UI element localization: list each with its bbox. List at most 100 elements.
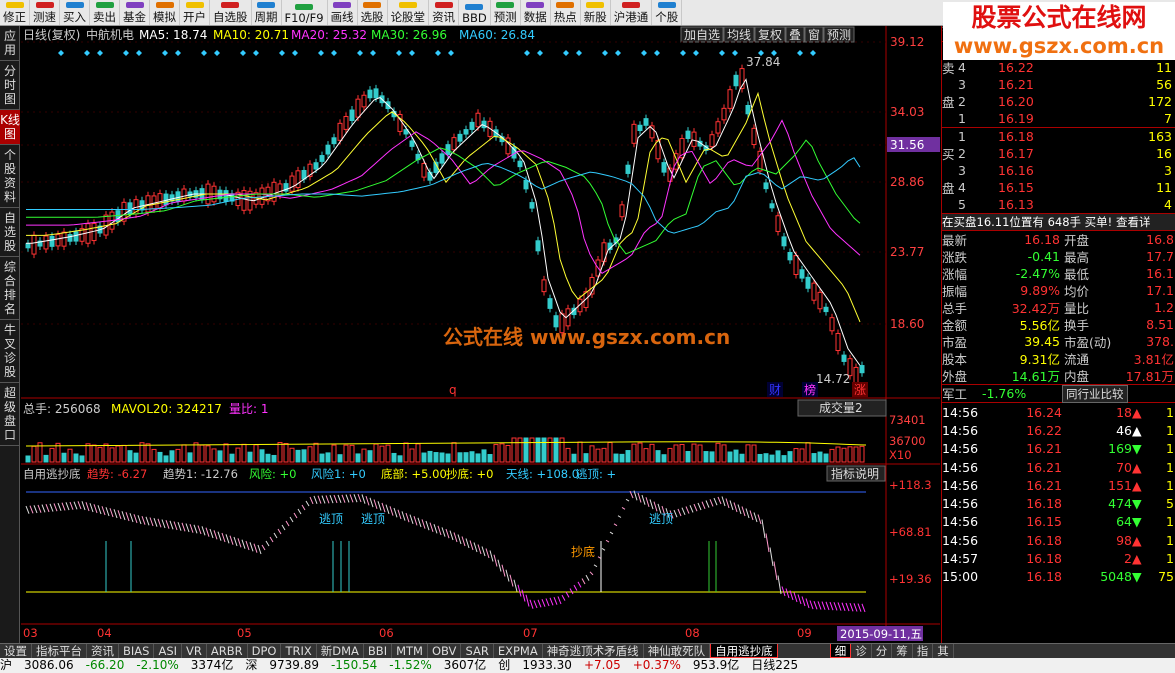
- level: 3: [958, 163, 966, 178]
- stat-label: 内盘: [1064, 369, 1090, 384]
- stat-row-4: 总手 32.42万 量比 1.2: [942, 299, 1175, 316]
- candle-body: [55, 234, 61, 247]
- left-tab-2[interactable]: K线图: [0, 110, 20, 145]
- tab-13[interactable]: SAR: [461, 644, 494, 658]
- status-item: +7.05: [583, 658, 621, 672]
- toolbar-button-7[interactable]: 自选股: [210, 0, 252, 25]
- tab-6[interactable]: ARBR: [207, 644, 248, 658]
- toolbar-button-8[interactable]: 周期: [252, 0, 282, 25]
- tab-3[interactable]: BIAS: [119, 644, 155, 658]
- status-item: +0.37%: [632, 658, 681, 672]
- toolbar-icon: [657, 2, 676, 8]
- tab-spacer: [778, 644, 830, 658]
- tab-2[interactable]: 资讯: [87, 644, 119, 658]
- tab-7[interactable]: DPO: [248, 644, 282, 658]
- tab-0[interactable]: 设置: [0, 644, 32, 658]
- toolbar-button-5[interactable]: 模拟: [150, 0, 180, 25]
- toolbar-button-6[interactable]: 开户: [180, 0, 210, 25]
- toolbar-button-11[interactable]: 选股: [358, 0, 388, 25]
- tab-8[interactable]: TRIX: [281, 644, 317, 658]
- industry-compare-button[interactable]: 同行业比较: [1062, 384, 1128, 403]
- candle-body: [823, 306, 829, 313]
- tab-10[interactable]: BBI: [364, 644, 393, 658]
- toolbar-icon: [185, 2, 204, 8]
- buy-price: 16.15: [998, 180, 1034, 195]
- toolbar-button-20[interactable]: 个股: [652, 0, 683, 25]
- kline-chart-area[interactable]: 日线(复权) 中航机电 MA5: 18.74 MA10: 20.71 MA20: 25.…: [21, 26, 940, 643]
- toolbar-label: 模拟: [153, 10, 176, 24]
- toolbar-button-18[interactable]: 新股: [581, 0, 611, 25]
- date-badge-label: 2015-09-11,五: [840, 627, 922, 641]
- stat-value: 8.51: [1146, 317, 1174, 332]
- status-item: -2.10%: [136, 658, 179, 672]
- right-tab-3[interactable]: 筹: [892, 644, 913, 658]
- right-tab-1[interactable]: 诊: [851, 644, 872, 658]
- toolbar-button-13[interactable]: 资讯: [429, 0, 460, 25]
- tab-15[interactable]: 神奇逃顶术矛盾线: [543, 644, 644, 658]
- left-tab-1[interactable]: 分时图: [0, 61, 20, 110]
- volume-bar: [817, 451, 823, 463]
- toolbar-button-1[interactable]: 测速: [30, 0, 60, 25]
- right-tab-5[interactable]: 其: [933, 644, 954, 658]
- toolbar-button-9[interactable]: F10/F9: [282, 0, 328, 25]
- toolbar-label: 卖出: [93, 10, 116, 24]
- volume-bar: [211, 448, 217, 463]
- volume-bar: [349, 444, 355, 463]
- level: 5: [958, 197, 966, 212]
- volume-bar: [319, 453, 325, 463]
- right-tab-4[interactable]: 指: [913, 644, 934, 658]
- buy-volume: 3: [1164, 163, 1172, 178]
- stat-value: -2.47%: [1015, 266, 1060, 281]
- buy-level-1: 买 2 16.17 16: [942, 145, 1175, 162]
- toolbar-button-3[interactable]: 卖出: [90, 0, 120, 25]
- buy-price: 16.18: [998, 129, 1034, 144]
- tab-5[interactable]: VR: [182, 644, 207, 658]
- left-tab-6[interactable]: 牛叉诊股: [0, 320, 20, 383]
- volume-bar: [217, 450, 223, 463]
- sell-level-3: 盘 2 16.20 172: [942, 93, 1175, 110]
- price-axis-label: 18.60: [890, 317, 924, 331]
- toolbar-button-17[interactable]: 热点: [551, 0, 581, 25]
- right-tab-0[interactable]: 细: [829, 644, 852, 658]
- left-tab-7[interactable]: 超级盘口: [0, 383, 20, 446]
- tab-9[interactable]: 新DMA: [317, 644, 364, 658]
- left-tab-0[interactable]: 应用: [0, 26, 20, 61]
- candle-body: [787, 251, 793, 261]
- tick-count: 1: [1166, 514, 1174, 530]
- tab-17[interactable]: 自用逃抄底: [710, 644, 778, 658]
- toolbar-button-15[interactable]: 预测: [491, 0, 521, 25]
- bottom-bar: 设置 指标平台 资讯 BIAS ASI VR ARBR DPO TRIX 新DMA BBI MTM OB…: [0, 643, 1175, 673]
- tick-volume: 169: [1108, 441, 1132, 457]
- cai-badge-label: 财: [769, 383, 781, 397]
- candle-body: [277, 183, 283, 196]
- level: 4: [958, 180, 966, 195]
- toolbar-button-4[interactable]: 基金: [120, 0, 150, 25]
- volume-bar: [445, 453, 451, 463]
- ind-risk1: 风险1: +0: [311, 467, 366, 481]
- ind-trend: 趋势: -6.27: [87, 467, 147, 481]
- tab-4[interactable]: ASI: [154, 644, 183, 658]
- tab-12[interactable]: OBV: [428, 644, 462, 658]
- volume-bar: [637, 442, 643, 463]
- chart-svg[interactable]: 日线(复权) 中航机电 MA5: 18.74 MA10: 20.71 MA20: 25.…: [21, 26, 940, 643]
- toolbar-button-2[interactable]: 买入: [60, 0, 90, 25]
- toolbar-button-0[interactable]: 修正: [0, 0, 30, 25]
- volume-bar: [325, 452, 331, 463]
- tab-11[interactable]: MTM: [392, 644, 428, 658]
- left-tab-3[interactable]: 个股资料: [0, 145, 20, 208]
- tab-14[interactable]: EXPMA: [494, 644, 543, 658]
- right-tab-2[interactable]: 分: [872, 644, 893, 658]
- toolbar-icon: [35, 2, 54, 8]
- toolbar-button-16[interactable]: 数据: [521, 0, 551, 25]
- candle-body: [25, 243, 31, 249]
- toolbar-icon: [556, 2, 575, 8]
- tab-1[interactable]: 指标平台: [32, 644, 87, 658]
- volume-bar: [79, 455, 85, 463]
- toolbar-button-14[interactable]: BBD: [459, 0, 491, 25]
- toolbar-button-10[interactable]: 画线: [328, 0, 358, 25]
- tab-16[interactable]: 神仙敢死队: [644, 644, 711, 658]
- toolbar-button-12[interactable]: 论股堂: [388, 0, 430, 25]
- left-tab-5[interactable]: 综合排名: [0, 257, 20, 320]
- left-tab-4[interactable]: 自选股: [0, 208, 20, 257]
- toolbar-button-19[interactable]: 沪港通: [611, 0, 653, 25]
